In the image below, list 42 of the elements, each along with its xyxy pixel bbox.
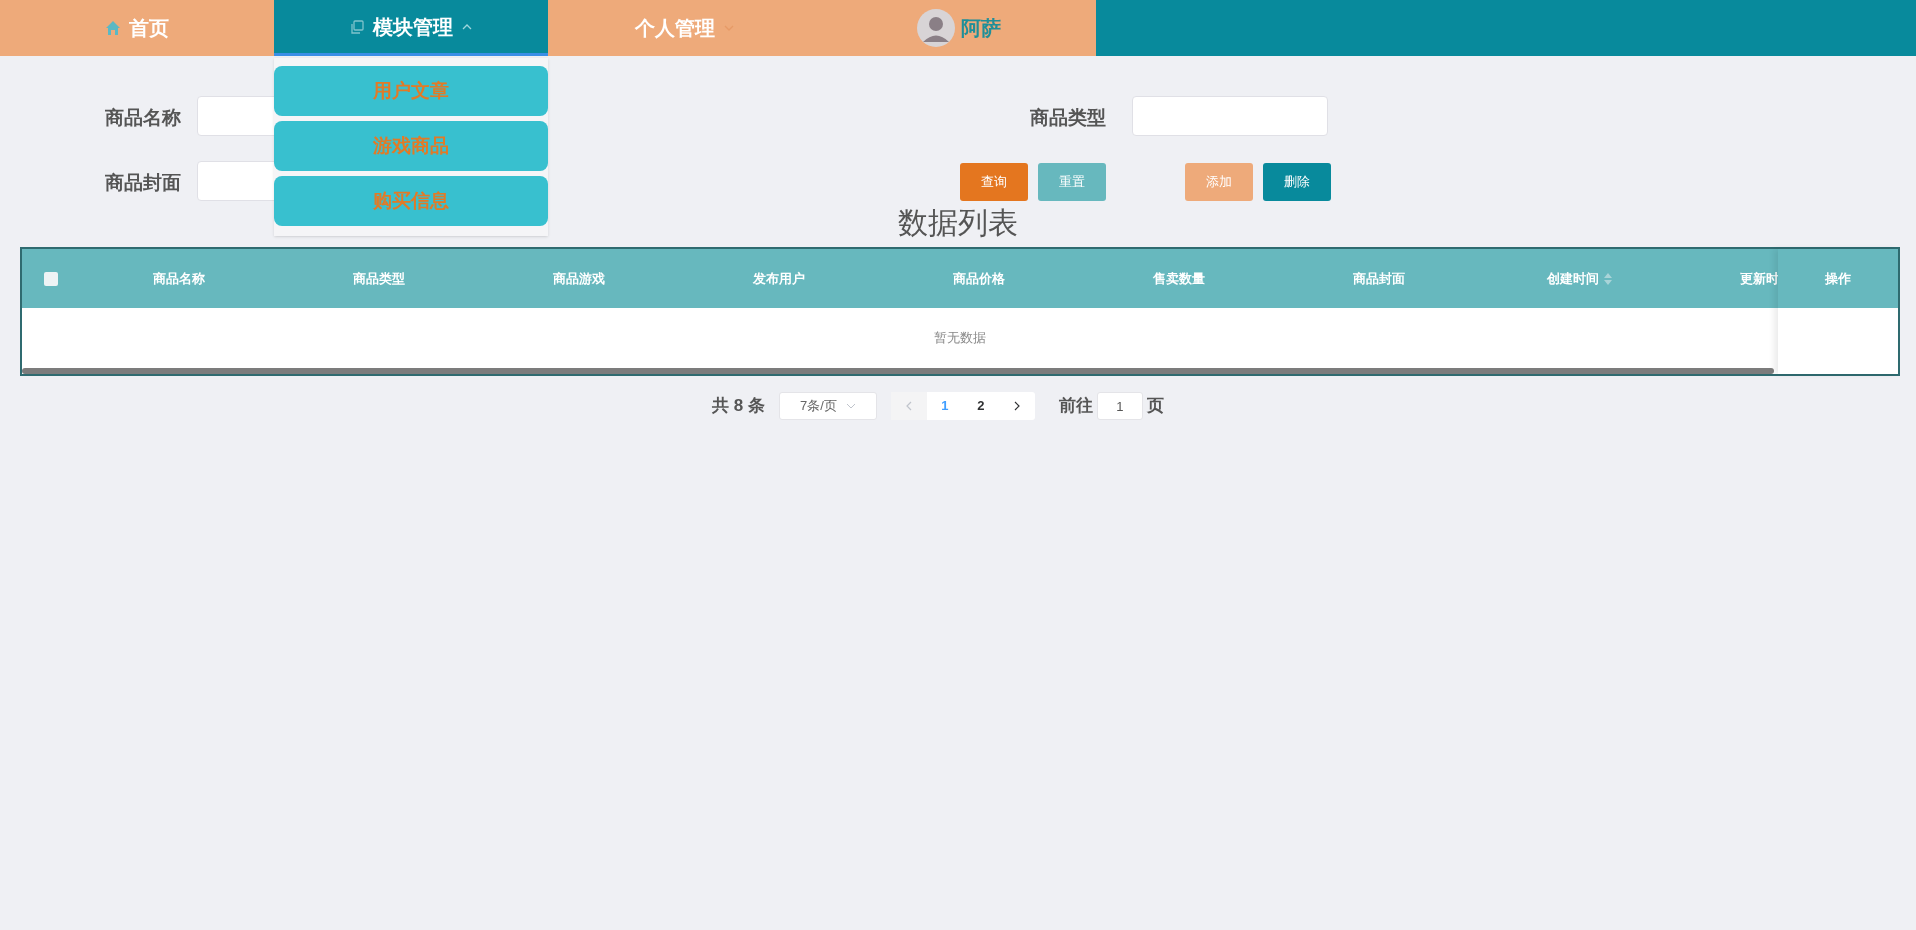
sort-icon[interactable] [1603, 272, 1612, 285]
column-header: 发布用户 [753, 269, 805, 288]
user-menu[interactable]: 阿萨 [822, 0, 1096, 56]
column-header: 商品名称 [153, 269, 205, 288]
page-size-select[interactable]: 7条/页 [778, 392, 877, 420]
scrollbar[interactable] [22, 368, 1774, 374]
column-header: 更新时 [1740, 269, 1779, 288]
dropdown-item[interactable]: 游戏商品 [274, 121, 548, 171]
column-header: 售卖数量 [1153, 269, 1205, 288]
column-header: 创建时间 [1546, 269, 1599, 288]
total-count: 共 8 条 [712, 395, 765, 418]
reset-button[interactable]: 重置 [1038, 163, 1106, 201]
copy-icon [349, 18, 365, 35]
nav-tab[interactable]: 个人管理 [548, 0, 822, 56]
search-button[interactable]: 查询 [960, 163, 1028, 201]
column-header: 商品类型 [353, 269, 405, 288]
nav-tab[interactable]: 首页 [0, 0, 274, 56]
add-button[interactable]: 添加 [1185, 163, 1253, 201]
prev-page-button[interactable] [890, 392, 927, 420]
page-input[interactable]: 1 [1096, 392, 1143, 420]
delete-button[interactable]: 删除 [1263, 163, 1331, 201]
avatar-icon [917, 9, 955, 47]
goto-label: 前往 [1058, 395, 1093, 418]
column-header: 操作 [1825, 269, 1851, 288]
page-button[interactable]: 2 [962, 392, 999, 420]
user-name: 阿萨 [961, 16, 1001, 41]
section-title: 数据列表 [898, 205, 1018, 241]
empty-text: 暂无数据 [934, 329, 986, 348]
column-header: 商品封面 [1353, 269, 1405, 288]
dropdown-item[interactable]: 用户文章 [274, 66, 548, 116]
dropdown-item[interactable]: 购买信息 [274, 176, 548, 226]
chevron-down-icon [845, 401, 856, 411]
field-label: 商品封面 [105, 171, 182, 195]
field-label: 商品名称 [105, 106, 182, 130]
field-label: 商品类型 [1030, 106, 1107, 130]
column-header: 商品游戏 [553, 269, 605, 288]
page-button[interactable]: 1 [926, 392, 963, 420]
page-suffix: 页 [1146, 395, 1164, 418]
home-icon [105, 20, 121, 36]
select-all-checkbox[interactable] [43, 271, 58, 286]
input-field[interactable] [1132, 96, 1328, 136]
column-header: 商品价格 [953, 269, 1005, 288]
